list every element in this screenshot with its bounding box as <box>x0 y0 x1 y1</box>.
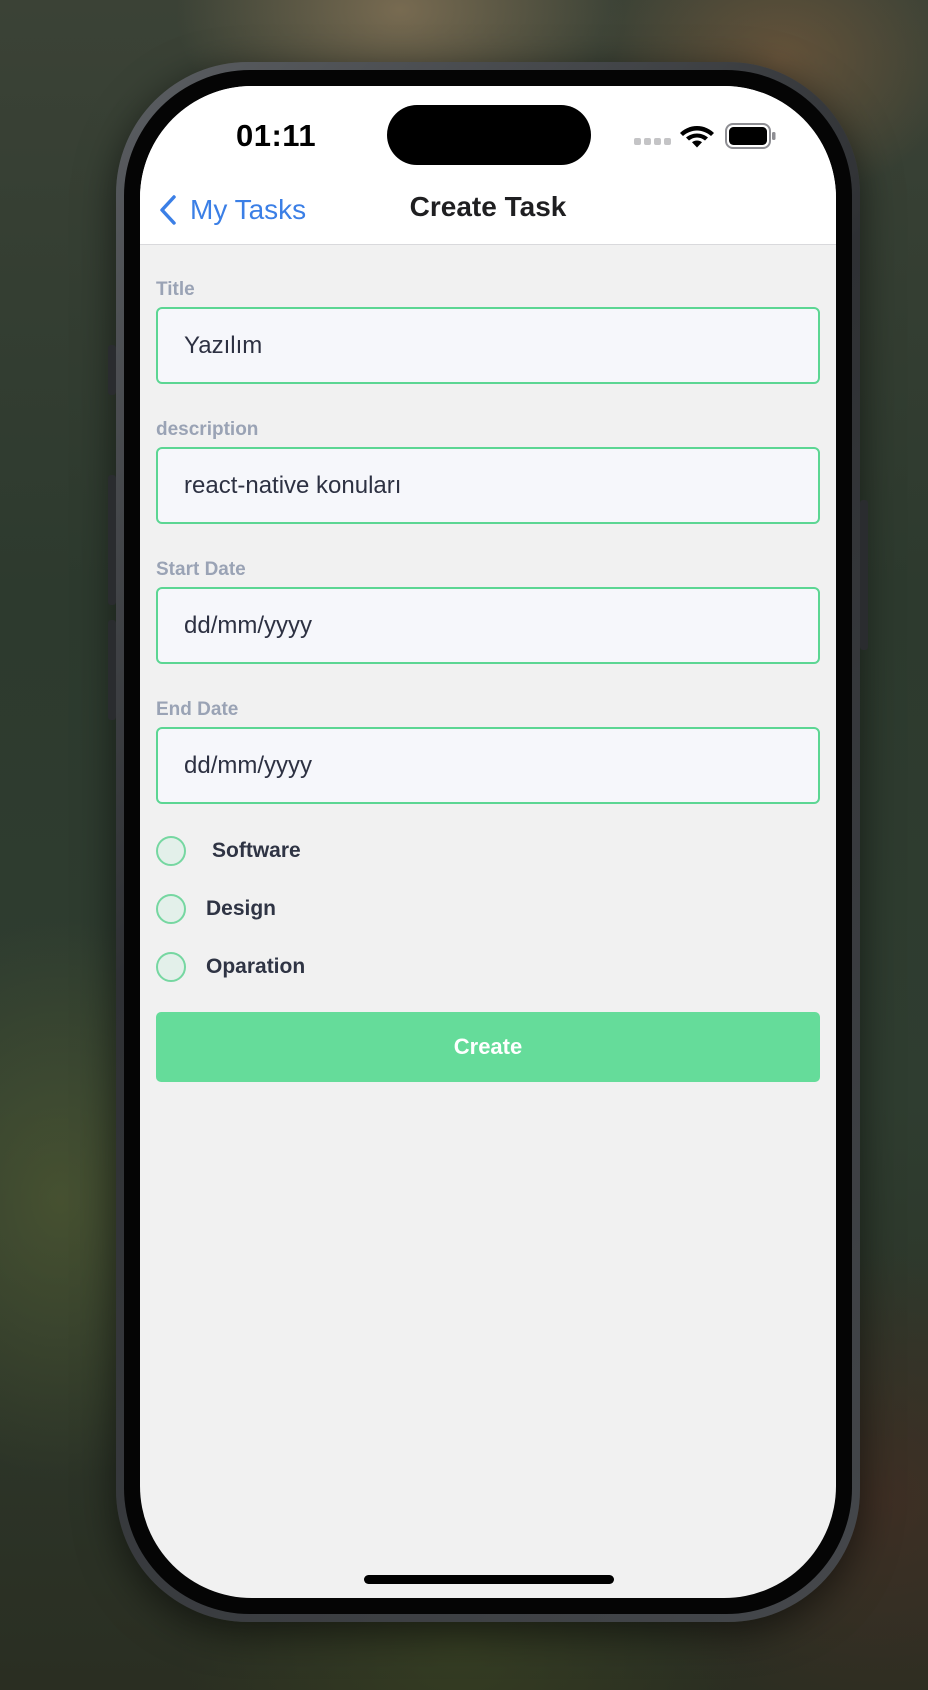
end-date-input[interactable] <box>156 727 820 804</box>
start-date-field-label: Start Date <box>156 559 246 580</box>
create-button[interactable]: Create <box>156 1012 820 1082</box>
home-indicator[interactable] <box>364 1575 614 1584</box>
navigation-header: 01:11 My Tasks Create Task <box>140 86 836 245</box>
title-input[interactable] <box>156 307 820 384</box>
radio-circle-icon <box>156 836 186 866</box>
title-field-label: Title <box>156 279 195 300</box>
app-screen: 01:11 My Tasks Create Task Title Yazılım… <box>140 86 836 1598</box>
action-button <box>108 345 116 395</box>
category-radio-operation[interactable]: Oparation <box>156 950 305 984</box>
radio-circle-icon <box>156 894 186 924</box>
battery-icon <box>725 123 777 154</box>
status-time: 01:11 <box>236 118 317 153</box>
page-title: Create Task <box>409 191 567 222</box>
radio-circle-icon <box>156 952 186 982</box>
volume-down-button <box>108 620 116 720</box>
category-label-operation: Oparation <box>206 955 306 978</box>
cellular-signal-icon <box>634 136 674 146</box>
category-label-design: Design <box>206 897 277 920</box>
dynamic-island <box>387 105 591 165</box>
start-date-input[interactable] <box>156 587 820 664</box>
wifi-icon <box>679 122 715 155</box>
category-label-software: Software <box>212 839 301 862</box>
description-input[interactable] <box>156 447 820 524</box>
end-date-field-label: End Date <box>156 699 239 720</box>
description-field-label: description <box>156 419 259 440</box>
category-radio-software[interactable]: Software <box>156 834 301 868</box>
category-radio-design[interactable]: Design <box>156 892 276 926</box>
power-button <box>860 500 868 650</box>
volume-up-button <box>108 475 116 605</box>
